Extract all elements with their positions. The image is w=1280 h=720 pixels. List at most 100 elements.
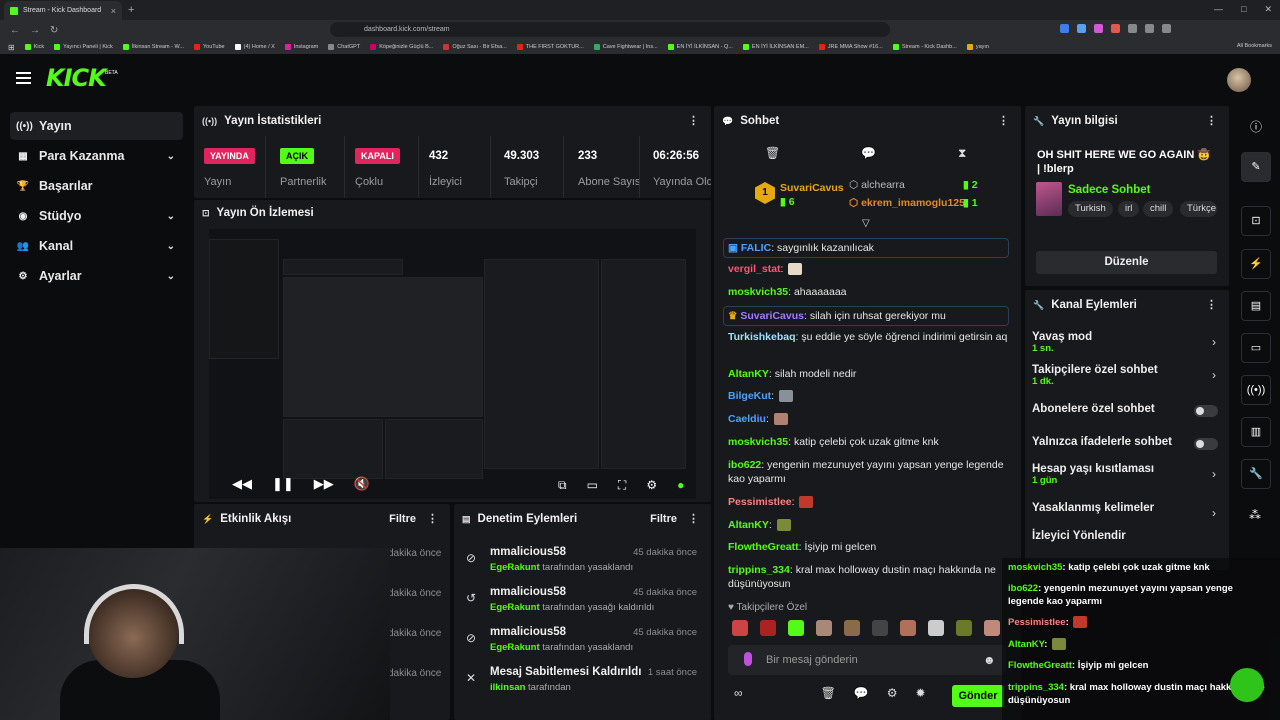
new-tab-icon[interactable]: + — [128, 4, 134, 16]
sidebar-item-para-kazanma[interactable]: ▦ Para Kazanma ⌄ — [10, 142, 183, 170]
pip-icon[interactable]: ⧉ — [558, 478, 567, 493]
trash-icon[interactable]: 🗑 — [821, 686, 836, 700]
emote-icon[interactable] — [900, 620, 916, 636]
mod-actor[interactable]: EgeRakunt — [490, 642, 540, 653]
emote-icon[interactable] — [984, 620, 1000, 636]
more-options-icon[interactable]: ⋮ — [998, 114, 1009, 127]
sidebar-item-ayarlar[interactable]: ⚙ Ayarlar ⌄ — [10, 262, 183, 290]
tag[interactable]: Turkish — [1068, 201, 1113, 217]
chat-user[interactable]: BilgeKut — [728, 390, 771, 402]
chat-input[interactable]: Bir mesaj gönderin — [728, 645, 1006, 675]
action-followers-only[interactable]: Takipçilere özel sohbet 1 dk. › — [1032, 364, 1220, 387]
edit-icon[interactable]: ✎ — [1241, 152, 1271, 182]
rewind-icon[interactable]: ◀◀ — [232, 476, 252, 492]
chat-user[interactable]: Turkishkebaq — [728, 331, 796, 343]
action-raid[interactable]: İzleyici Yönlendir — [1032, 530, 1220, 542]
leader-name[interactable]: ⬡ alchearra — [849, 179, 905, 191]
chat-bubble-icon[interactable]: 💬 — [854, 686, 869, 700]
maximize-icon[interactable]: □ — [1241, 4, 1246, 15]
info-icon[interactable]: ⓘ — [1250, 118, 1262, 135]
emote-icon[interactable] — [816, 620, 832, 636]
mod-target[interactable]: mmalicious58 — [490, 586, 566, 598]
bookmark[interactable]: Cave Fightwear | Ins... — [593, 44, 658, 50]
bookmark[interactable]: (4) Home / X — [234, 44, 275, 50]
badge-icon[interactable]: ✹ — [916, 686, 926, 700]
leader-name[interactable]: SuvariCavus — [780, 182, 844, 194]
action-banned-words[interactable]: Yasaklanmış kelimeler › — [1032, 502, 1220, 520]
chat-settings-icon[interactable]: ∞ — [734, 686, 743, 700]
browser-tab[interactable]: Stream - Kick Dashboard × — [4, 1, 122, 20]
filter-button[interactable]: Filtre — [389, 513, 416, 525]
reload-icon[interactable]: ↻ — [50, 25, 58, 36]
emote-icon[interactable] — [872, 620, 888, 636]
tag[interactable]: chill — [1143, 201, 1174, 217]
chat-bubble-icon[interactable]: 💬 — [861, 146, 876, 160]
leader-name[interactable]: ⬡ ekrem_imamoglu125 — [849, 197, 965, 209]
hamburger-menu-icon[interactable] — [16, 72, 31, 84]
mod-actor[interactable]: EgeRakunt — [490, 562, 540, 573]
filter-button[interactable]: Filtre — [650, 513, 677, 525]
forward-icon[interactable]: ▶▶ — [314, 476, 334, 492]
apps-icon[interactable]: ⊞ — [8, 43, 15, 52]
microphone-icon[interactable] — [744, 652, 752, 666]
tag[interactable]: irl — [1118, 201, 1140, 217]
moderation-icon[interactable]: ▤ — [1241, 291, 1271, 321]
forward-icon[interactable]: → — [30, 25, 40, 36]
bookmark[interactable]: İlkinsan Stream - W... — [122, 44, 184, 50]
more-options-icon[interactable]: ⋮ — [1206, 298, 1217, 311]
edit-button[interactable]: Düzenle — [1036, 251, 1217, 274]
bookmark[interactable]: YouTube — [194, 44, 225, 50]
bookmark[interactable]: EN İYİ İLKİNSAN EM... — [742, 44, 809, 50]
chat-user[interactable]: FALIC — [741, 242, 771, 254]
layout-icon[interactable]: ▥ — [1241, 417, 1271, 447]
add-widget-icon[interactable]: ⁂ — [1249, 508, 1261, 522]
more-options-icon[interactable]: ⋮ — [688, 512, 699, 525]
extension-icon[interactable] — [1077, 24, 1086, 33]
settings-icon[interactable]: ⚙ — [646, 478, 657, 493]
sidebar-item-kanal[interactable]: 👥 Kanal ⌄ — [10, 232, 183, 260]
emote-only-toggle[interactable] — [1194, 438, 1218, 450]
chat-user[interactable]: AltanKY — [728, 519, 769, 531]
wrench-icon[interactable]: 🔧 — [1241, 459, 1271, 489]
bookmark[interactable]: EN İYİ İLKİNSAN - Q... — [667, 44, 733, 50]
chat-user[interactable]: trippins_334 — [728, 564, 790, 576]
pause-icon[interactable]: ❚❚ — [272, 476, 294, 492]
extension-icon[interactable] — [1128, 24, 1137, 33]
close-window-icon[interactable]: ✕ — [1264, 4, 1272, 15]
chat-user[interactable]: SuvariCavus — [740, 310, 804, 322]
extension-icon[interactable] — [1094, 24, 1103, 33]
chat-user[interactable]: FlowtheGreatt — [728, 541, 799, 553]
stream-preview-video[interactable] — [209, 229, 696, 499]
bookmark[interactable]: Kick — [24, 44, 44, 50]
kick-logo[interactable]: KICK — [46, 64, 107, 92]
bookmark[interactable]: Instagram — [284, 44, 318, 50]
bookmark[interactable]: ChatGPT — [328, 44, 360, 50]
chat-user[interactable]: Caeldiu — [728, 413, 766, 425]
chat-user[interactable]: moskvich35 — [728, 436, 788, 448]
chat-icon[interactable]: ▭ — [1241, 333, 1271, 363]
sidebar-item-yayin[interactable]: ((•)) Yayın — [10, 112, 183, 140]
hourglass-icon[interactable]: ⧗ — [958, 146, 966, 161]
back-icon[interactable]: ← — [10, 25, 20, 36]
bookmark[interactable]: Yayıncı Paneli | Kick — [54, 44, 113, 50]
chat-user[interactable]: Pessimistlee — [728, 496, 792, 508]
chat-user[interactable]: moskvich35 — [728, 286, 788, 298]
gear-icon[interactable]: ⚙ — [887, 686, 898, 700]
emote-icon[interactable] — [956, 620, 972, 636]
mod-target[interactable]: mmalicious58 — [490, 626, 566, 638]
collapse-icon[interactable]: ▽ — [862, 218, 870, 229]
bookmark[interactable]: JRE MMA Show #16... — [818, 44, 883, 50]
sidebar-item-studyo[interactable]: ◉ Stüdyo ⌄ — [10, 202, 183, 230]
mod-actor[interactable]: ilkinsan — [490, 682, 525, 693]
bookmark[interactable]: yayın — [966, 44, 989, 50]
bookmark[interactable]: Oğuz Sası - Bir Efsa... — [443, 44, 507, 50]
chat-user[interactable]: AltanKY — [728, 368, 769, 380]
extension-icon[interactable] — [1111, 24, 1120, 33]
avatar[interactable] — [1227, 68, 1251, 92]
extension-icon[interactable] — [1060, 24, 1069, 33]
more-options-icon[interactable]: ⋮ — [1206, 114, 1217, 127]
extension-icon[interactable] — [1162, 24, 1171, 33]
stream-category[interactable]: Sadece Sohbet — [1068, 184, 1150, 196]
emote-icon[interactable] — [788, 620, 804, 636]
bookmark[interactable]: Stream - Kick Dashb... — [892, 44, 957, 50]
